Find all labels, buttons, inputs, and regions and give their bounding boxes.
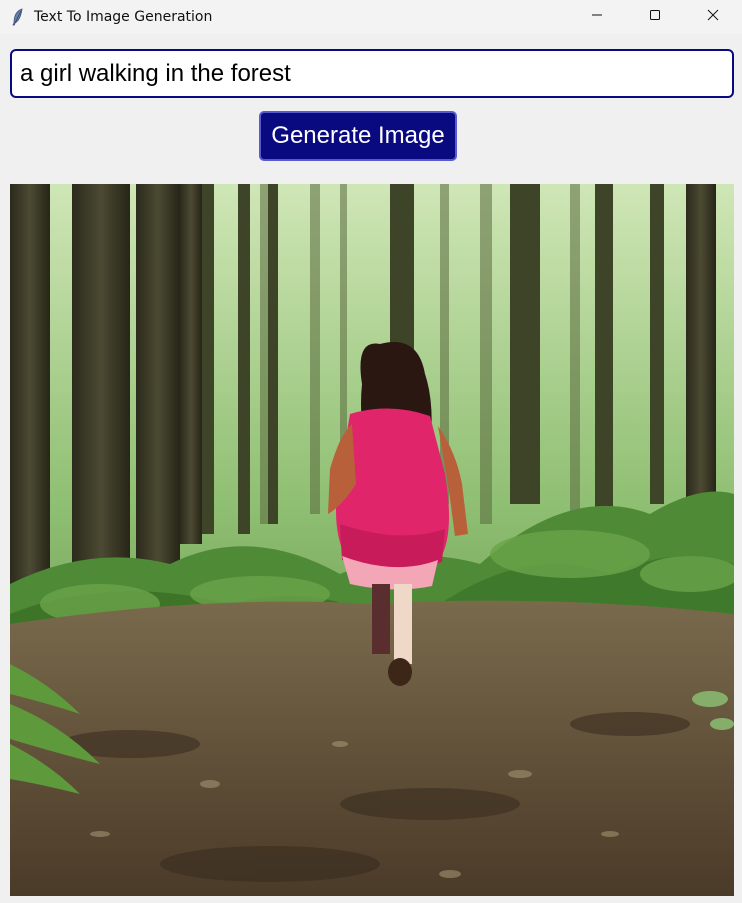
- window-controls: [568, 0, 742, 34]
- minimize-icon: [591, 8, 603, 26]
- generate-image-button-label: Generate Image: [271, 122, 445, 149]
- close-icon: [707, 8, 719, 26]
- close-button[interactable]: [684, 0, 742, 34]
- generate-image-button[interactable]: Generate Image: [259, 111, 457, 161]
- minimize-button[interactable]: [568, 0, 626, 34]
- app-window: Text To Image Generation Generate Image: [0, 0, 742, 903]
- prompt-input[interactable]: [10, 49, 734, 98]
- maximize-button[interactable]: [626, 0, 684, 34]
- generated-image-illustration: [10, 184, 734, 896]
- maximize-icon: [649, 8, 661, 26]
- feather-icon: [10, 8, 26, 26]
- window-title: Text To Image Generation: [34, 9, 213, 25]
- title-bar[interactable]: Text To Image Generation: [0, 0, 742, 34]
- generated-image: [10, 184, 734, 896]
